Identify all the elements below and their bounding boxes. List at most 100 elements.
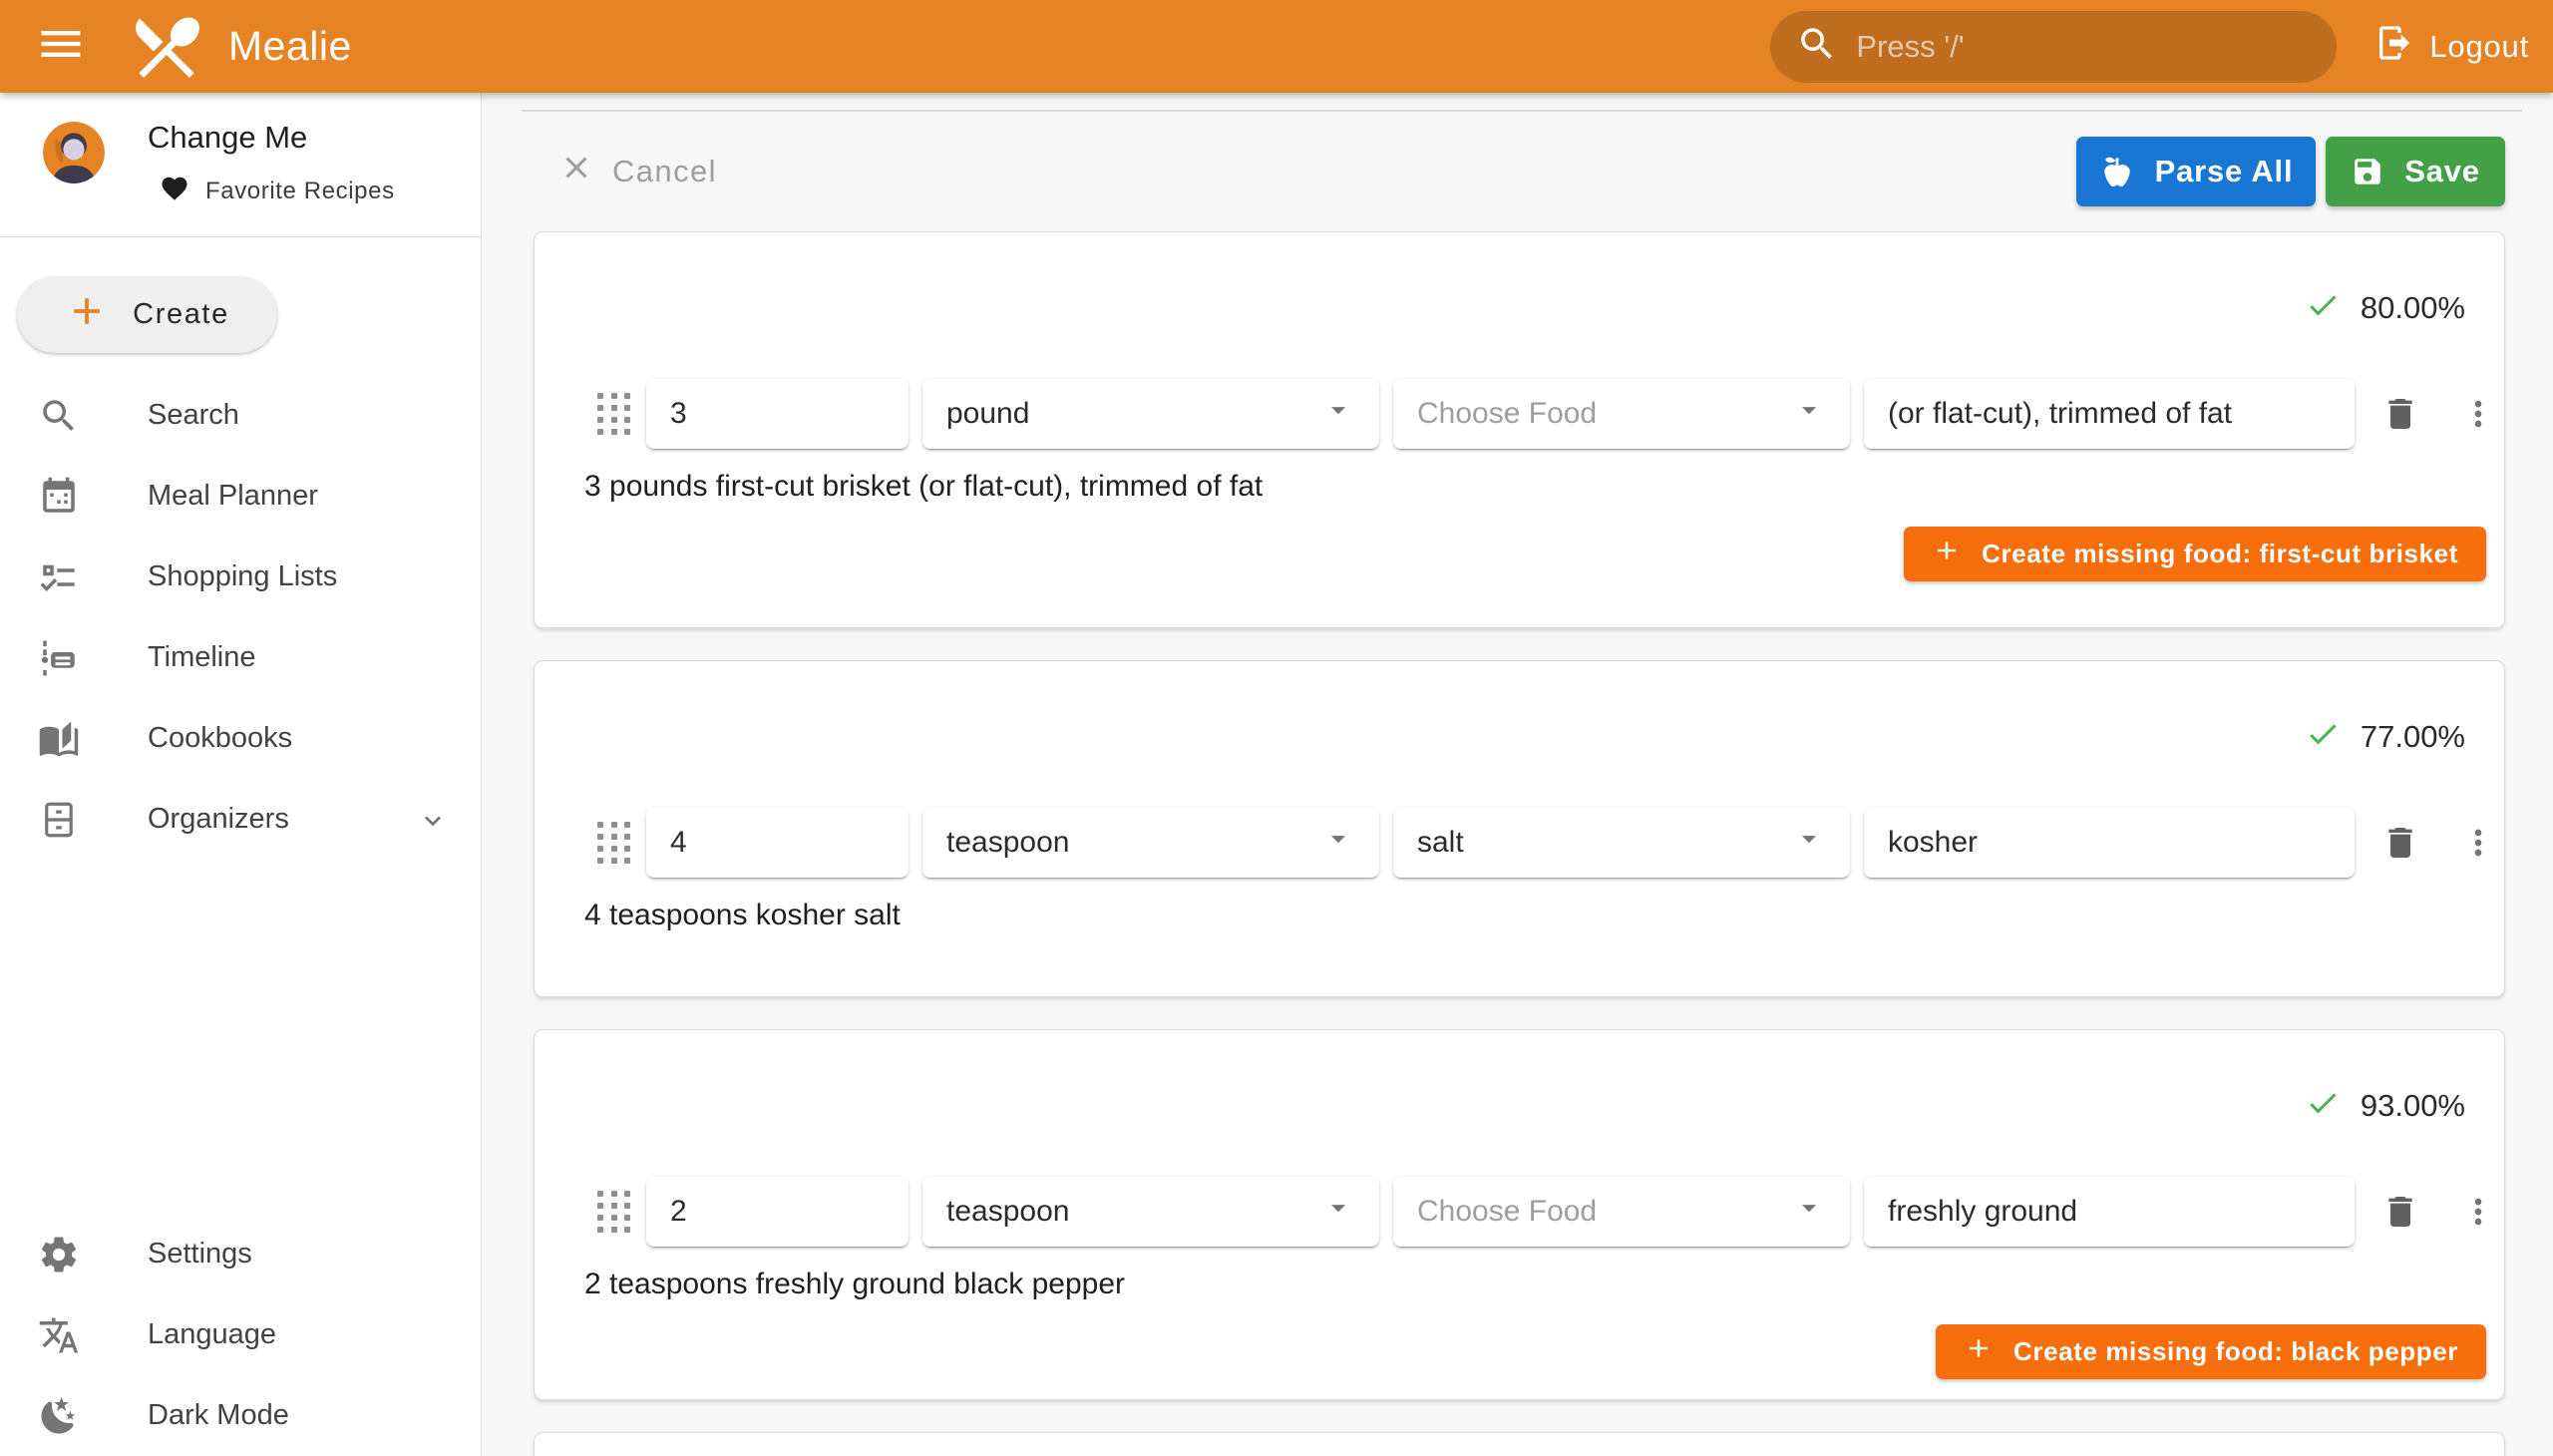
logout-label: Logout [2429, 29, 2529, 65]
dropdown-arrow-icon [1321, 393, 1355, 435]
favorite-recipes-link[interactable]: Favorite Recipes [160, 174, 395, 208]
more-options-button[interactable] [2456, 821, 2500, 865]
timeline-icon [38, 637, 80, 679]
delete-button[interactable] [2378, 1190, 2422, 1234]
logout-button[interactable]: Logout [2374, 23, 2529, 71]
search-input[interactable] [1856, 29, 2311, 65]
more-options-button[interactable] [2456, 392, 2500, 436]
quantity-field[interactable] [646, 379, 909, 449]
original-ingredient-text: 3 pounds first-cut brisket (or flat-cut)… [584, 470, 1263, 504]
avatar[interactable] [43, 122, 105, 183]
quantity-field[interactable] [646, 1177, 909, 1247]
cancel-label: Cancel [612, 154, 717, 189]
note-field[interactable] [1864, 379, 2355, 449]
sidebar-item-dark-mode[interactable]: Dark Mode [0, 1375, 481, 1456]
ingredient-card: 80.00% pound Choose Food [534, 231, 2505, 628]
parse-all-button[interactable]: Parse All [2076, 137, 2316, 206]
sidebar-divider [0, 236, 481, 237]
check-icon [2305, 716, 2341, 757]
unit-select[interactable]: teaspoon [922, 1177, 1379, 1247]
drag-handle-icon[interactable] [597, 822, 631, 864]
global-search[interactable] [1770, 11, 2337, 83]
ingredient-fields: pound Choose Food [535, 379, 2506, 449]
food-select[interactable]: Choose Food [1393, 379, 1850, 449]
sidebar-item-search[interactable]: Search [0, 375, 481, 456]
sidebar-item-label: Search [148, 399, 239, 432]
unit-select[interactable]: pound [922, 379, 1379, 449]
favorite-recipes-label: Favorite Recipes [205, 178, 395, 205]
sidebar-nav: Search Meal Planner Shopping Lists Timel… [0, 375, 481, 860]
dropdown-arrow-icon [1792, 822, 1826, 864]
sidebar-item-label: Language [148, 1318, 276, 1351]
create-missing-food-button[interactable]: Create missing food: black pepper [1936, 1324, 2486, 1379]
ingredient-list: 80.00% pound Choose Food [534, 231, 2505, 1456]
unit-value: teaspoon [946, 826, 1069, 860]
translate-icon [38, 1314, 80, 1356]
logout-icon [2374, 23, 2414, 71]
parse-status: 80.00% [2305, 287, 2465, 328]
sidebar-bottom-nav: Settings Language Dark Mode [0, 1214, 481, 1456]
sidebar-item-cookbooks[interactable]: Cookbooks [0, 698, 481, 779]
delete-button[interactable] [2378, 392, 2422, 436]
cabinet-icon [38, 799, 80, 841]
sidebar-item-settings[interactable]: Settings [0, 1214, 481, 1294]
menu-button[interactable] [33, 19, 89, 75]
sidebar-item-language[interactable]: Language [0, 1294, 481, 1375]
sidebar-item-meal-planner[interactable]: Meal Planner [0, 456, 481, 537]
moon-icon [38, 1395, 80, 1437]
book-icon [38, 718, 80, 760]
dropdown-arrow-icon [1321, 822, 1355, 864]
chevron-down-icon [417, 805, 449, 842]
food-value: salt [1417, 826, 1464, 860]
sidebar-item-shopping-lists[interactable]: Shopping Lists [0, 537, 481, 617]
drag-handle-icon[interactable] [597, 393, 631, 435]
quantity-input[interactable] [670, 826, 885, 860]
sidebar-item-label: Dark Mode [148, 1399, 289, 1432]
quantity-field[interactable] [646, 808, 909, 878]
check-icon [2305, 1085, 2341, 1126]
note-field[interactable] [1864, 808, 2355, 878]
sidebar-item-timeline[interactable]: Timeline [0, 617, 481, 698]
save-button[interactable]: Save [2326, 137, 2505, 206]
create-button-label: Create [133, 298, 229, 331]
sidebar-item-label: Cookbooks [148, 722, 292, 755]
ingredient-card: 93.00% teaspoon Choose Food [534, 1029, 2505, 1400]
create-button[interactable]: Create [17, 276, 277, 353]
delete-button[interactable] [2378, 821, 2422, 865]
more-options-button[interactable] [2456, 1190, 2500, 1234]
create-missing-food-button[interactable]: Create missing food: first-cut brisket [1904, 527, 2486, 581]
check-icon [2305, 287, 2341, 328]
quantity-input[interactable] [670, 397, 885, 431]
plus-icon [1964, 1333, 1994, 1370]
note-input[interactable] [1888, 397, 2331, 431]
search-icon [38, 395, 80, 437]
note-input[interactable] [1888, 1195, 2331, 1229]
create-missing-food-label: Create missing food: first-cut brisket [1982, 539, 2458, 569]
quantity-input[interactable] [670, 1195, 885, 1229]
parse-status: 93.00% [2305, 1085, 2465, 1126]
cancel-button[interactable]: Cancel [558, 150, 717, 193]
mealie-app: Mealie Logout [0, 0, 2553, 1456]
sidebar: Change Me Favorite Recipes Create Search [0, 93, 482, 1456]
confidence-value: 93.00% [2361, 1088, 2465, 1124]
close-icon [558, 150, 594, 193]
gear-icon [38, 1234, 80, 1275]
food-select[interactable]: Choose Food [1393, 1177, 1850, 1247]
app-header: Mealie Logout [0, 0, 2553, 93]
create-missing-food-label: Create missing food: black pepper [2013, 1336, 2458, 1367]
note-input[interactable] [1888, 826, 2331, 860]
dropdown-arrow-icon [1792, 1191, 1826, 1233]
unit-value: teaspoon [946, 1195, 1069, 1229]
app-title: Mealie [228, 23, 352, 70]
dropdown-arrow-icon [1321, 1191, 1355, 1233]
sidebar-item-label: Shopping Lists [148, 560, 337, 593]
drag-handle-icon[interactable] [597, 1191, 631, 1233]
save-label: Save [2404, 154, 2480, 189]
note-field[interactable] [1864, 1177, 2355, 1247]
plus-icon [65, 289, 109, 341]
sidebar-item-label: Timeline [148, 641, 256, 674]
unit-select[interactable]: teaspoon [922, 808, 1379, 878]
sidebar-item-organizers[interactable]: Organizers [0, 779, 481, 860]
food-select[interactable]: salt [1393, 808, 1850, 878]
parse-all-label: Parse All [2155, 154, 2294, 189]
